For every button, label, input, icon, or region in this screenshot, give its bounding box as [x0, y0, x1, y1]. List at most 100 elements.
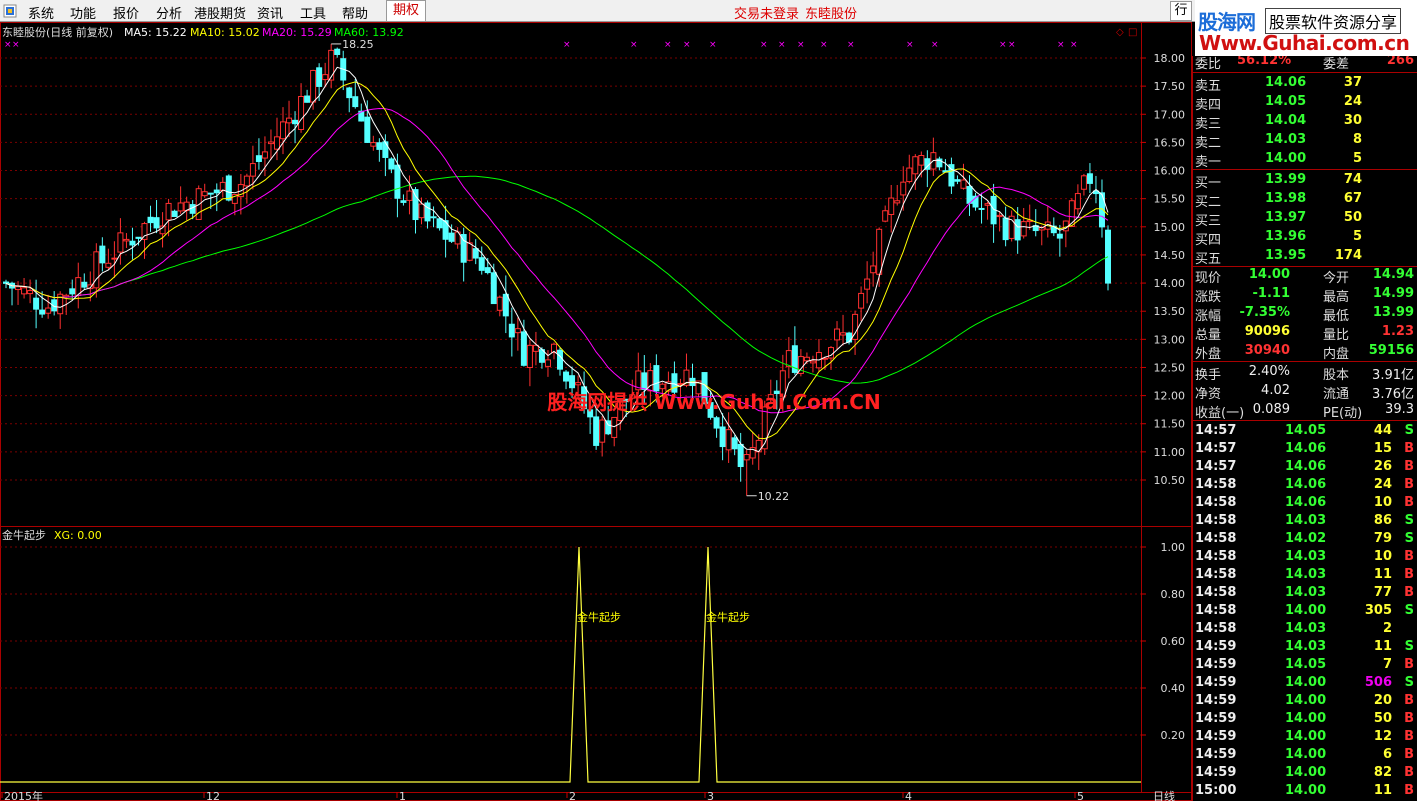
candle-body — [243, 175, 250, 187]
candle-body — [846, 332, 853, 343]
tick-side: S — [1404, 603, 1414, 618]
tick-side: B — [1404, 585, 1414, 600]
candle-body — [508, 323, 515, 338]
tick-row: 14:57 14.05 44 S — [1193, 423, 1417, 441]
ask-price: 14.00 — [1265, 151, 1307, 166]
tick-row: 14:58 14.03 10 B — [1193, 549, 1417, 567]
candle-body — [69, 288, 76, 295]
menu-tools[interactable]: 工具 — [300, 3, 326, 22]
candle-body — [1002, 217, 1009, 241]
tick-volume: 2 — [1382, 621, 1392, 636]
tick-row: 14:59 14.00 82 B — [1193, 765, 1417, 783]
candle-body — [472, 248, 479, 259]
time-axis-label: 2 — [569, 790, 576, 801]
candle-body — [370, 142, 377, 147]
tick-row: 14:58 14.03 86 S — [1193, 513, 1417, 531]
candle-body — [954, 179, 961, 182]
price-tick-label: 12.50 — [1154, 361, 1186, 374]
candle-body — [840, 332, 847, 336]
menu-hk-futures[interactable]: 港股期货 — [194, 3, 246, 22]
ask-label: 卖四 — [1195, 98, 1222, 113]
tick-volume: 20 — [1373, 693, 1392, 708]
tick-price: 14.00 — [1285, 747, 1327, 762]
price-tick-label: 16.50 — [1154, 136, 1186, 149]
time-axis-label: 5 — [1077, 790, 1084, 801]
tick-time: 14:59 — [1195, 693, 1237, 708]
candle-body — [611, 416, 618, 438]
ask-label: 卖五 — [1195, 79, 1222, 94]
price-tick-label: 10.50 — [1154, 474, 1186, 487]
stat-label: 换手 — [1195, 368, 1222, 383]
tick-volume: 11 — [1373, 783, 1392, 798]
stat-row: 涨幅 -7.35% 最低 13.99 — [1193, 304, 1417, 324]
tick-side: B — [1404, 567, 1414, 582]
menu-help[interactable]: 帮助 — [342, 3, 368, 22]
stat-row: 收益(一) 0.089 PE(动) 39.3 — [1193, 401, 1417, 421]
menu-system[interactable]: 系统 — [28, 3, 54, 22]
tick-time: 15:00 — [1195, 783, 1237, 798]
ask-volume: 37 — [1343, 75, 1362, 90]
candle-body — [273, 136, 280, 150]
tick-row: 14:59 14.00 50 B — [1193, 711, 1417, 729]
tick-price: 14.03 — [1285, 621, 1327, 636]
price-tick-label: 16.00 — [1154, 165, 1186, 178]
tick-volume: 86 — [1373, 513, 1392, 528]
menu-analysis[interactable]: 分析 — [156, 3, 182, 22]
ad-banner[interactable]: 股海网 股票软件资源分享 Www.Guhai.com.cn — [1195, 0, 1417, 56]
candle-body — [557, 349, 564, 370]
indicator-tick-label: 1.00 — [1161, 541, 1186, 554]
candle-body — [719, 426, 726, 448]
ma10-line — [5, 81, 1109, 440]
candle-body — [207, 192, 214, 195]
signal-cross-marker: × — [4, 40, 12, 50]
menu-quote[interactable]: 报价 — [113, 3, 139, 22]
signal-cross-marker: × — [760, 40, 768, 50]
tick-price: 14.06 — [1285, 477, 1327, 492]
ask-label: 卖一 — [1195, 155, 1222, 170]
tick-volume: 10 — [1373, 549, 1392, 564]
signal-cross-marker: × — [931, 40, 939, 50]
candle-body — [1080, 175, 1087, 190]
menu-function[interactable]: 功能 — [70, 3, 96, 22]
candle-body — [105, 262, 112, 268]
candle-body — [261, 151, 268, 159]
tick-side: B — [1404, 765, 1414, 780]
tick-price: 14.00 — [1285, 675, 1327, 690]
candle-body — [569, 375, 576, 389]
bid-row: 买三 13.97 50 — [1193, 209, 1417, 229]
candle-body — [978, 207, 985, 210]
kline-chart[interactable]: 18.00 17.50 17.00 16.50 16.00 15.50 15.00 14.50… — [0, 22, 1192, 801]
tick-side: B — [1404, 495, 1414, 510]
tick-side: S — [1404, 639, 1414, 654]
tick-price: 14.06 — [1285, 459, 1327, 474]
candle-body — [99, 245, 106, 264]
indicator-tick-label: 0.80 — [1161, 588, 1186, 601]
watermark-text: 股海网提供 Www.Guhai.Com.CN — [547, 390, 880, 414]
stock-name-link[interactable]: 东睦股份 — [805, 3, 857, 22]
tick-price: 14.02 — [1285, 531, 1327, 546]
tick-row: 14:58 14.03 2 — [1193, 621, 1417, 639]
menu-news[interactable]: 资讯 — [257, 3, 283, 22]
candle-body — [3, 281, 9, 284]
stat-value-2: 3.91亿 — [1372, 368, 1414, 383]
price-tick-label: 12.00 — [1154, 390, 1186, 403]
stat-value: 4.02 — [1261, 383, 1290, 398]
tick-volume: 26 — [1373, 459, 1392, 474]
tab-options[interactable]: 期权 — [386, 0, 426, 22]
candle-body — [376, 142, 383, 150]
price-tick-label: 13.00 — [1154, 333, 1186, 346]
candle-body — [1014, 219, 1021, 241]
signal-label: 金牛起步 — [706, 610, 750, 624]
candle-body — [201, 191, 208, 197]
candle-body — [496, 296, 503, 311]
candle-body — [267, 141, 274, 145]
price-tick-label: 14.00 — [1154, 277, 1186, 290]
candle-body — [352, 96, 359, 108]
candle-body — [364, 116, 371, 143]
high-price-label: 18.25 — [342, 38, 374, 51]
quote-row-button[interactable]: 行 — [1170, 1, 1192, 21]
signal-cross-marker: × — [683, 40, 691, 50]
candle-body — [111, 257, 118, 260]
tick-row: 14:59 14.00 506 S — [1193, 675, 1417, 693]
login-status-link[interactable]: 交易未登录 — [734, 3, 799, 22]
